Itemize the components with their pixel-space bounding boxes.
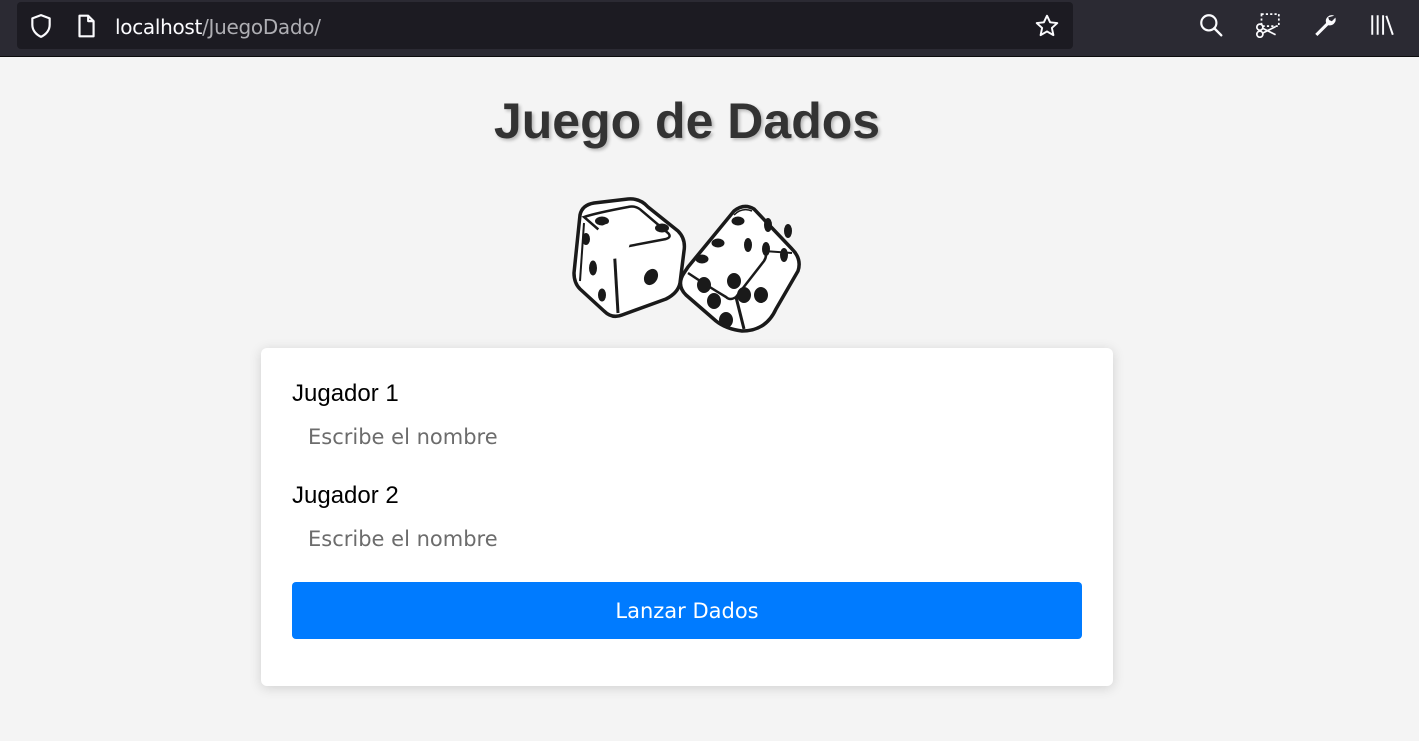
browser-toolbar: localhost/JuegoDado/	[0, 0, 1419, 57]
search-icon[interactable]	[1198, 12, 1224, 38]
player2-label: Jugador 2	[292, 482, 399, 509]
page-icon[interactable]	[73, 13, 99, 39]
player2-name-input[interactable]	[292, 519, 1082, 559]
url-path: /JuegoDado/	[202, 15, 321, 39]
library-icon[interactable]	[1369, 12, 1395, 38]
left-die	[572, 197, 687, 319]
player1-label: Jugador 1	[292, 380, 399, 407]
screenshot-icon[interactable]	[1255, 12, 1281, 38]
roll-dice-button[interactable]: Lanzar Dados	[292, 582, 1082, 639]
url-host: localhost	[115, 15, 203, 39]
player1-name-input[interactable]	[292, 417, 1082, 457]
url-bar[interactable]: localhost/JuegoDado/	[17, 2, 1073, 49]
wrench-icon[interactable]	[1312, 12, 1338, 38]
right-die	[678, 204, 801, 333]
url-text[interactable]: localhost/JuegoDado/	[115, 15, 321, 39]
page-title: Juego de Dados	[493, 93, 881, 149]
bookmark-star-icon[interactable]	[1034, 13, 1060, 39]
player-form-card: Jugador 1 Jugador 2 Lanzar Dados	[261, 348, 1113, 686]
dice-image	[572, 197, 801, 333]
shield-icon[interactable]	[28, 13, 54, 39]
